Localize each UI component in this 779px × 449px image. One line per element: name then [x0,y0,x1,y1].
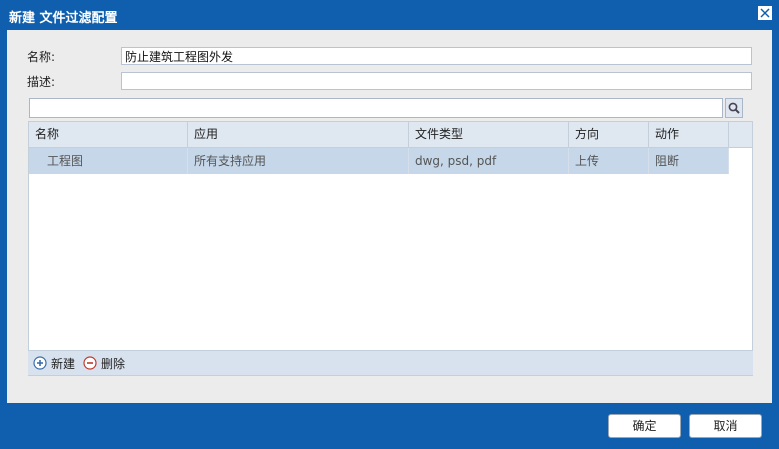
name-label: 名称: [27,50,56,64]
description-field[interactable] [121,72,752,90]
cell-action: 阻断 [649,148,729,174]
column-header-name[interactable]: 名称 [29,122,188,147]
filter-rule-table: 名称 应用 文件类型 方向 动作 工程图 所有支持应用 dwg, psd, pd… [28,121,753,376]
cancel-button[interactable]: 取消 [689,414,762,438]
plus-circle-icon [33,356,47,370]
delete-rule-button[interactable]: 删除 [83,356,125,372]
column-header-app[interactable]: 应用 [188,122,409,147]
column-header-action[interactable]: 动作 [649,122,729,147]
dialog-window: 新建 文件过滤配置 名称: 描述: 名称 应用 [0,0,779,449]
cell-direction: 上传 [569,148,649,174]
search-icon [728,102,740,114]
table-toolbar: 新建 删除 [28,350,753,375]
ok-button[interactable]: 确定 [608,414,681,438]
titlebar: 新建 文件过滤配置 [0,0,779,30]
delete-rule-label: 删除 [101,357,126,371]
column-header-direction[interactable]: 方向 [569,122,649,147]
dialog-title: 新建 文件过滤配置 [9,11,118,26]
table-row[interactable]: 工程图 所有支持应用 dwg, psd, pdf 上传 阻断 [29,148,729,174]
cell-name: 工程图 [29,148,188,174]
name-field[interactable] [121,47,752,65]
close-icon [760,8,770,18]
dialog-body: 名称: 描述: 名称 应用 文件类型 方向 动作 工程图 所有 [7,30,772,403]
close-button[interactable] [758,6,772,20]
search-input[interactable] [29,98,723,118]
add-rule-label: 新建 [51,357,76,371]
column-header-file-type[interactable]: 文件类型 [409,122,569,147]
table-header: 名称 应用 文件类型 方向 动作 [29,122,752,148]
cell-file-type: dwg, psd, pdf [409,148,569,174]
search-button[interactable] [725,98,743,118]
minus-circle-icon [83,356,97,370]
search-bar [29,98,743,118]
description-label: 描述: [27,75,56,89]
add-rule-button[interactable]: 新建 [33,356,75,372]
cell-app: 所有支持应用 [188,148,409,174]
